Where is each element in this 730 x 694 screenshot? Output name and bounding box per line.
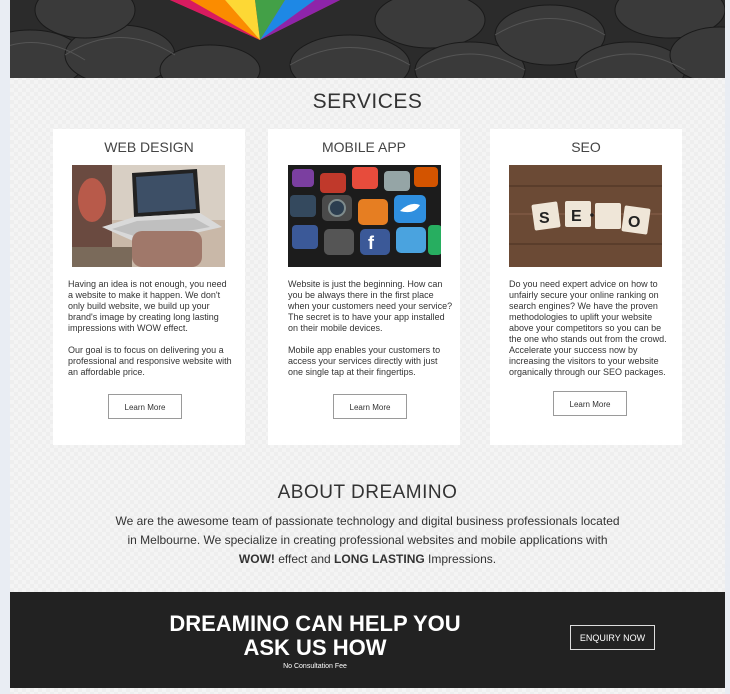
card-paragraph: Our goal is to focus on delivering you a… <box>68 345 232 377</box>
services-title: SERVICES <box>312 90 423 113</box>
about-text: Impressions. <box>424 552 497 566</box>
learn-more-button-seo[interactable]: Learn More <box>553 391 627 416</box>
card-paragraph: Mobile app enables your customers to acc… <box>288 345 441 377</box>
page-container: SERVICES WEB DESIGN Having an idea is no… <box>10 0 725 694</box>
seo-tile-letter: S <box>539 210 550 227</box>
card-title-seo: SEO <box>571 139 601 155</box>
service-card-web-design: WEB DESIGN Having an idea is not enough,… <box>53 129 245 445</box>
card-paragraph: Website is just the beginning. How can y… <box>288 279 453 333</box>
cta-banner: DREAMINO CAN HELP YOU ASK US HOW No Cons… <box>10 592 725 688</box>
about-highlight-long-lasting: LONG LASTING <box>334 552 425 566</box>
about-text: effect and <box>274 552 335 566</box>
seo-tile-letter: E <box>571 208 582 225</box>
card-paragraph: Having an idea is not enough, you need a… <box>68 279 227 333</box>
card-description-web-design: Having an idea is not enough, you need a… <box>68 279 234 389</box>
app-icons-photo: f <box>288 165 441 267</box>
enquiry-now-button[interactable]: ENQUIRY NOW <box>570 625 655 650</box>
cta-heading-line1: DREAMINO CAN HELP YOU <box>169 611 461 636</box>
cta-heading: DREAMINO CAN HELP YOU ASK US HOW <box>140 612 490 660</box>
svg-text:f: f <box>368 233 375 253</box>
hero-banner-image <box>10 0 725 78</box>
cta-heading-line2: ASK US HOW <box>243 635 387 660</box>
learn-more-button-mobile-app[interactable]: Learn More <box>333 394 407 419</box>
service-card-mobile-app: MOBILE APP f Website is just the beginni… <box>268 129 460 445</box>
card-description-mobile-app: Website is just the beginning. How can y… <box>288 279 454 389</box>
about-highlight-wow: WOW! <box>238 552 275 566</box>
card-description-seo: Do you need expert advice on how to unfa… <box>509 279 675 389</box>
about-text: We are the awesome team of passionate te… <box>115 514 620 547</box>
learn-more-button-web-design[interactable]: Learn More <box>108 394 182 419</box>
card-title-web-design: WEB DESIGN <box>104 139 194 155</box>
service-card-seo: SEO S E O Do you need expert advice on h… <box>490 129 682 445</box>
about-title: ABOUT DREAMINO <box>277 482 458 503</box>
card-paragraph: Do you need expert advice on how to unfa… <box>509 279 667 377</box>
seo-tile-letter: O <box>628 214 640 231</box>
laptop-photo <box>72 165 225 267</box>
seo-tiles-photo: S E O <box>509 165 662 267</box>
about-description: We are the awesome team of passionate te… <box>110 512 625 569</box>
cta-subtext: No Consultation Fee <box>283 663 347 670</box>
card-title-mobile-app: MOBILE APP <box>321 139 407 155</box>
